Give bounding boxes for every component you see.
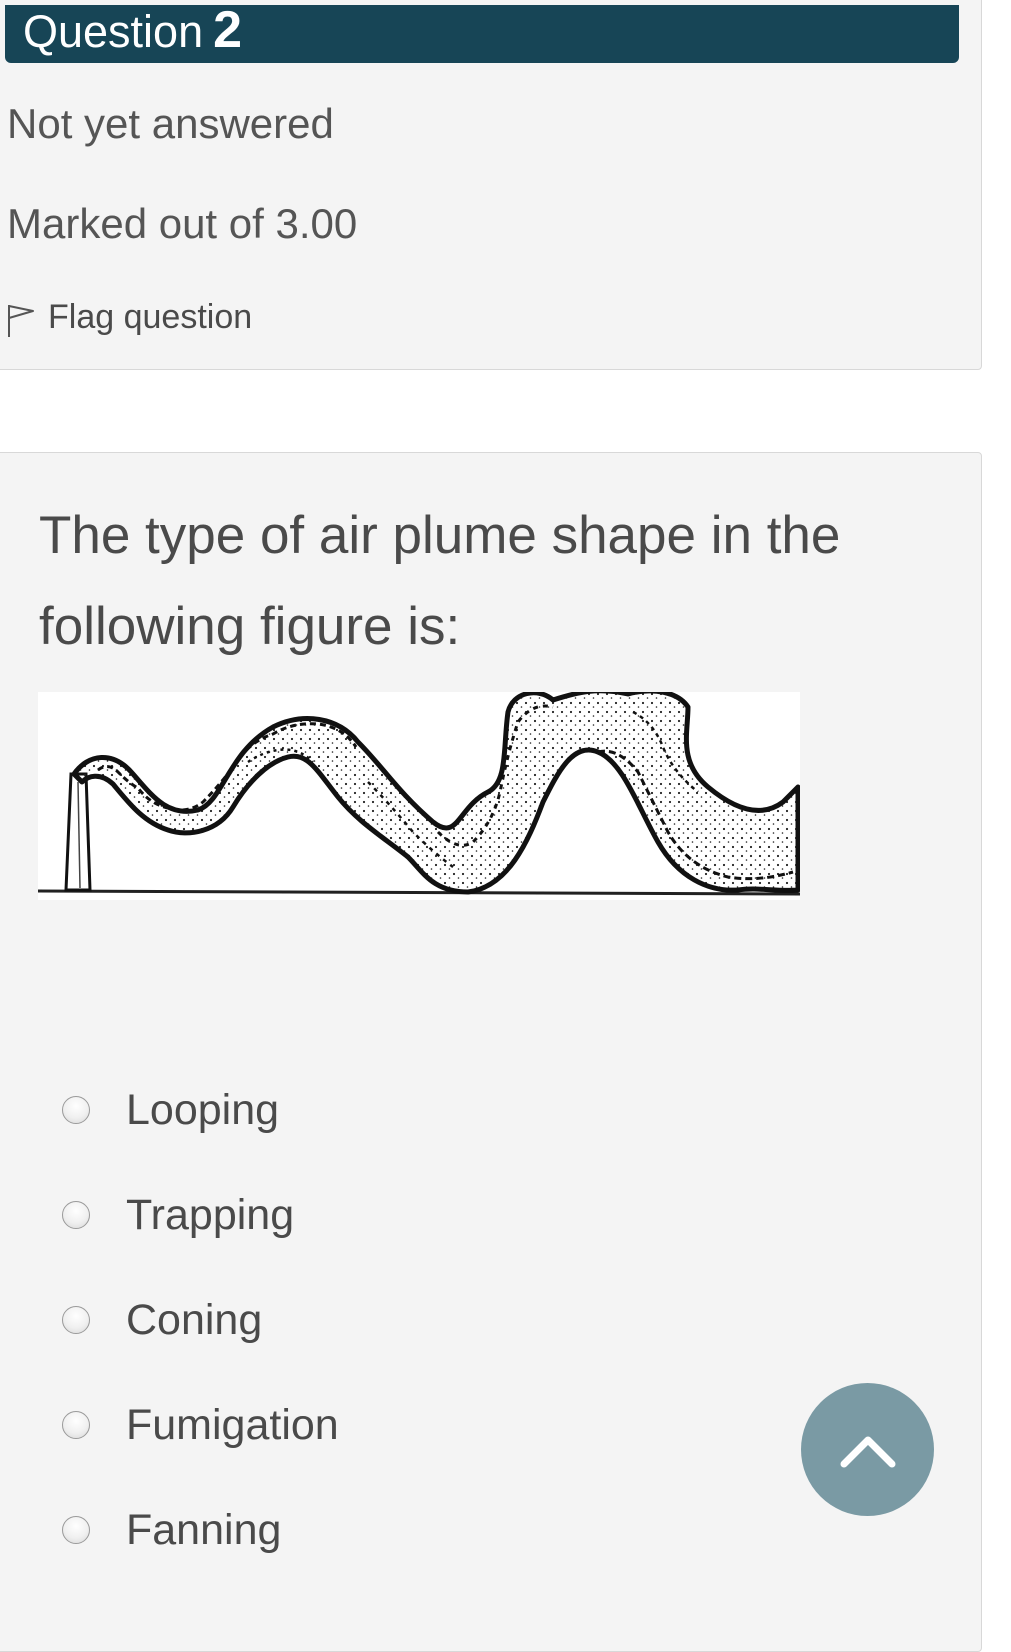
plume-figure-image (38, 692, 800, 900)
answer-option-looping[interactable]: Looping (62, 1080, 279, 1140)
answer-label: Fumigation (126, 1400, 339, 1449)
question-number: 2 (213, 5, 243, 59)
question-text: The type of air plume shape in the follo… (39, 506, 841, 656)
radio-button[interactable] (62, 1201, 90, 1229)
question-grade: Marked out of 3.00 (7, 200, 358, 247)
answer-option-fumigation[interactable]: Fumigation (62, 1395, 339, 1455)
flag-icon (8, 305, 34, 337)
answer-option-fanning[interactable]: Fanning (62, 1500, 281, 1560)
flag-question-label: Flag question (48, 297, 253, 336)
question-state: Not yet answered (7, 100, 334, 147)
question-header-label: Question (23, 6, 204, 57)
chevron-up-icon (840, 1436, 895, 1467)
radio-button[interactable] (62, 1411, 90, 1439)
radio-button[interactable] (62, 1516, 90, 1544)
flag-question-link[interactable]: Flag question (6, 295, 252, 339)
answer-label: Coning (126, 1295, 263, 1344)
answer-label: Fanning (126, 1505, 282, 1554)
scroll-to-top-button[interactable] (801, 1383, 934, 1516)
answer-option-coning[interactable]: Coning (62, 1290, 262, 1350)
radio-button[interactable] (62, 1306, 90, 1334)
radio-button[interactable] (62, 1096, 90, 1124)
answer-option-trapping[interactable]: Trapping (62, 1185, 294, 1245)
question-header: Question 2 (5, 5, 959, 63)
answer-label: Looping (126, 1085, 280, 1134)
answer-label: Trapping (126, 1190, 295, 1239)
